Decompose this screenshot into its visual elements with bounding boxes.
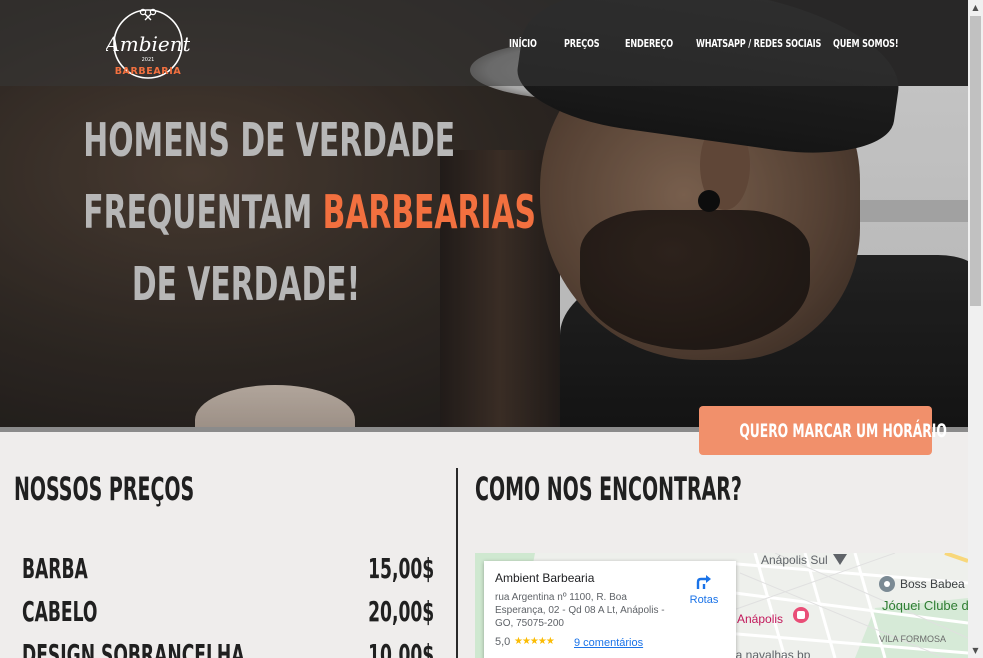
headline-line-2: FREQUENTAM BARBEARIAS (83, 176, 536, 248)
reviews-link[interactable]: 9 comentários (574, 637, 643, 649)
price-value: 10,00$ (367, 638, 434, 658)
nav-whatsapp-redes-sociais[interactable]: WHATSAPP / REDES SOCIAIS (696, 37, 821, 50)
price-name: CABELO (22, 595, 98, 628)
embedded-map[interactable]: Anápolis Sul Boss Babea Jóquei Clube d A… (475, 553, 968, 658)
nav-precos[interactable]: PREÇOS (564, 37, 600, 50)
place-name: Ambient Barbearia (495, 571, 595, 585)
place-rating: 5,0 (495, 636, 511, 648)
price-value: 15,00$ (367, 552, 434, 585)
headline-accent: BARBEARIAS (322, 185, 537, 239)
headline-line-2-prefix: FREQUENTAM (83, 185, 313, 239)
scrollbar-thumb[interactable] (970, 16, 981, 306)
rating-stars: ★★★★★ (514, 636, 555, 647)
column-divider (456, 468, 458, 658)
svg-text:BARBEARIA: BARBEARIA (115, 66, 182, 77)
top-navbar: Ambient 2021 BARBEARIA INÍCIO PREÇOS END… (0, 0, 968, 86)
page-scrollbar[interactable]: ▲ ▼ (968, 0, 983, 658)
place-address: rua Argentina nº 1100, R. Boa Esperança,… (495, 592, 665, 629)
nav-endereco[interactable]: ENDEREÇO (625, 37, 673, 50)
main-nav: INÍCIO PREÇOS ENDEREÇO WHATSAPP / REDES … (0, 37, 968, 53)
place-info-card: Ambient Barbearia rua Argentina nº 1100,… (484, 561, 736, 658)
map-label-anapolis-sul: Anápolis Sul (761, 553, 828, 567)
price-row: CABELO 20,00$ (22, 595, 434, 635)
directions-icon (696, 575, 711, 589)
nav-quem-somos[interactable]: QUEM SOMOS! (833, 37, 899, 50)
headline-line-3: DE VERDADE! (131, 257, 361, 311)
price-value: 20,00$ (367, 595, 434, 628)
map-label-boss: Boss Babea (900, 577, 965, 591)
location-title: COMO NOS ENCONTRAR? (475, 470, 742, 508)
price-row: BARBA 15,00$ (22, 552, 434, 592)
map-label-navalhas: ia navalhas bp (733, 648, 811, 658)
map-label-vila-formosa: VILA FORMOSA (879, 634, 947, 644)
price-name: BARBA (22, 552, 88, 585)
scroll-down-icon[interactable]: ▼ (968, 643, 983, 658)
directions-button[interactable]: Rotas (682, 570, 726, 610)
svg-text:2021: 2021 (142, 57, 155, 63)
hero-headline: HOMENS DE VERDADE FREQUENTAM BARBEARIAS … (20, 104, 536, 320)
map-label-jockey: Jóquei Clube d (882, 598, 968, 613)
prices-title: NOSSOS PREÇOS (14, 470, 195, 508)
nav-inicio[interactable]: INÍCIO (509, 37, 537, 50)
hero-section: Ambient 2021 BARBEARIA INÍCIO PREÇOS END… (0, 0, 968, 432)
price-row: DESIGN SOBRANCELHA 10,00$ (22, 638, 434, 658)
content-area: NOSSOS PREÇOS BARBA 15,00$ CABELO 20,00$… (0, 432, 968, 658)
price-name: DESIGN SOBRANCELHA (22, 638, 245, 658)
scroll-up-icon[interactable]: ▲ (968, 0, 983, 15)
directions-label: Rotas (689, 594, 719, 606)
headline-line-1: HOMENS DE VERDADE (83, 113, 456, 167)
map-label-anapolis: Anápolis (737, 612, 784, 626)
